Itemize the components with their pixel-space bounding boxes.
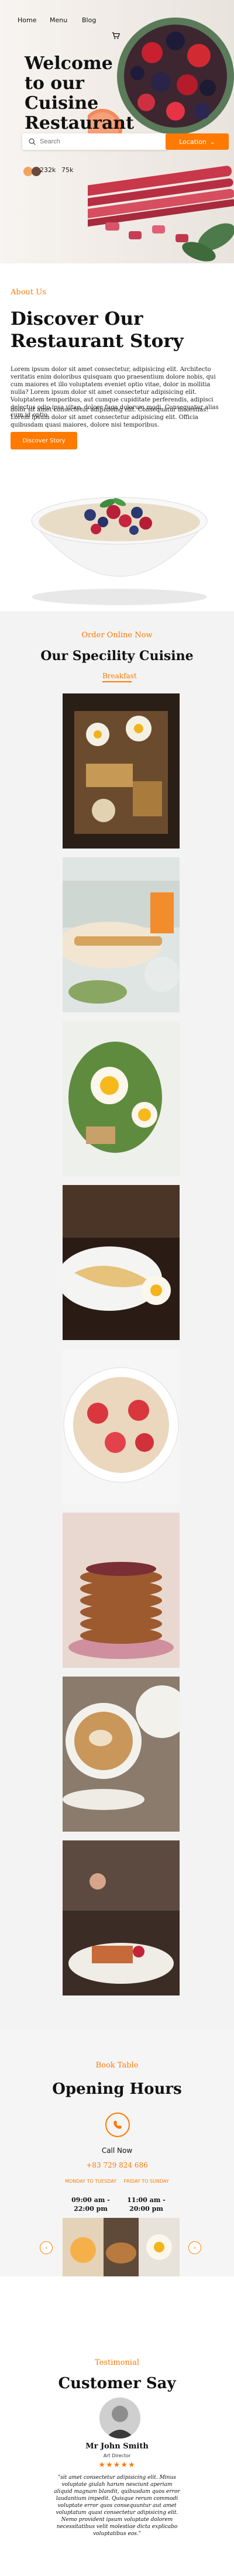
food-image-6 [63, 1513, 180, 1668]
hero-stat-2: 75k [61, 166, 74, 174]
gallery-prev-button[interactable]: ‹ [40, 2241, 53, 2254]
top-nav: Home Menu Blog [0, 16, 234, 39]
about-paragraph-2: dolor sit amet consectetur adipisicing e… [11, 407, 209, 428]
nav-menu[interactable]: Menu [50, 16, 67, 24]
search-box[interactable] [22, 133, 168, 150]
cart-icon[interactable] [112, 32, 120, 40]
avatar [99, 2398, 140, 2438]
food-image-5 [63, 1349, 180, 1504]
location-button-label: Location [179, 138, 207, 146]
tab-breakfast[interactable]: Breakfast [102, 672, 137, 682]
chevron-down-icon: ⌄ [209, 138, 215, 146]
customer-say-title: Customer Say [58, 2375, 176, 2392]
food-image-8 [63, 1840, 180, 1995]
opening-hours-title: Opening Hours [52, 2080, 182, 2098]
customer-name: Mr John Smith [85, 2442, 149, 2451]
food-image-1 [63, 693, 180, 849]
order-online-label: Order Online Now [81, 631, 153, 640]
discover-story-label: Discover Story [22, 437, 66, 444]
hero-title-line2: to our Cuisine [25, 73, 99, 114]
phone-icon-button[interactable] [105, 2113, 130, 2137]
search-icon [29, 138, 36, 145]
oatmeal-bowl-image [30, 497, 208, 605]
nav-home[interactable]: Home [18, 16, 36, 24]
hero-title-line1: Welcome [25, 53, 113, 74]
hero-title: Welcome to our Cuisine Restaurant [25, 54, 159, 133]
phone-number[interactable]: +83 729 824 686 [0, 2161, 234, 2169]
time-friday-sunday: 11:00 am - 20:00 pm [127, 2196, 166, 2213]
hero-title-line3: Restaurant [25, 113, 134, 133]
food-image-4 [63, 1185, 180, 1340]
location-button[interactable]: Location ⌄ [166, 133, 229, 150]
phone-icon [113, 2121, 122, 2129]
about-label: About Us [11, 288, 46, 297]
customer-role: Art Director [103, 2453, 131, 2458]
hero-stat-1: 232k [40, 166, 56, 174]
testimonial-quote: "sit amet consectetur adipisicing elit. … [54, 2475, 180, 2537]
call-now-label: Call Now [101, 2146, 133, 2155]
gallery-next-button[interactable]: › [188, 2241, 201, 2254]
days-friday-sunday: FRIDAY TO SUNDAY [123, 2179, 169, 2184]
customer-photo [99, 2398, 140, 2438]
food-image-3 [63, 1021, 180, 1176]
hours-gallery-image [63, 2218, 180, 2276]
rating-stars: ★★★★★ [98, 2461, 136, 2469]
specialty-title: Our Specility Cuisine [40, 648, 194, 664]
testimonial-label: Testimonial [94, 2358, 139, 2367]
about-title: Discover Our Restaurant Story [11, 308, 184, 352]
food-image-7 [63, 1677, 180, 1832]
book-table-label: Book Table [95, 2061, 139, 2070]
food-image-2 [63, 857, 180, 1012]
discover-story-button[interactable]: Discover Story [11, 432, 77, 449]
days-monday-tuesday: MONDAY TO TUESDAY [65, 2179, 116, 2184]
search-input[interactable] [40, 138, 128, 145]
time-monday-tuesday: 09:00 am - 22:00 pm [71, 2196, 110, 2213]
nav-blog[interactable]: Blog [82, 16, 96, 24]
hero-section: Home Menu Blog Welcome to our Cuisine Re… [0, 0, 234, 263]
